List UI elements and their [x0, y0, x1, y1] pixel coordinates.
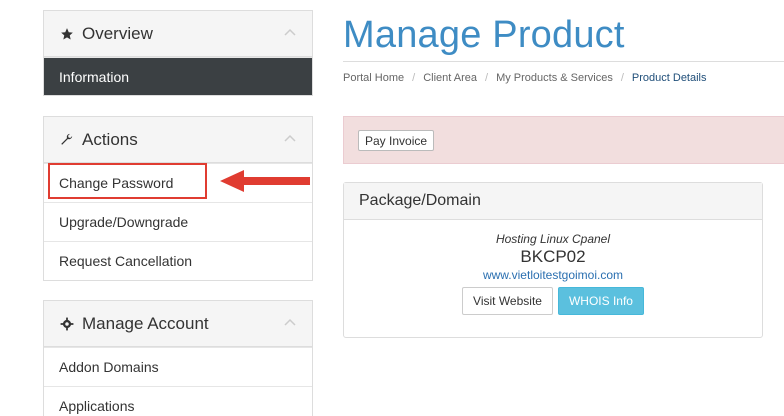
sidebar-item-label: Request Cancellation [59, 253, 193, 269]
manage-account-panel: Manage Account Addon Domains Application… [43, 300, 313, 416]
overview-panel: Overview Information [43, 10, 313, 96]
actions-panel-header[interactable]: Actions [44, 117, 312, 163]
star-icon [59, 26, 74, 41]
chevron-up-icon[interactable] [284, 129, 296, 147]
package-button-row: Visit Website WHOIS Info [344, 287, 762, 315]
breadcrumb-separator: / [485, 72, 489, 84]
breadcrumb-link-portal-home[interactable]: Portal Home [343, 72, 404, 84]
breadcrumb: Portal Home / Client Area / My Products … [343, 72, 707, 84]
annotation-arrow-icon [220, 168, 312, 199]
package-domain-panel: Package/Domain Hosting Linux Cpanel BKCP… [343, 182, 763, 338]
page-title: Manage Product [343, 14, 625, 56]
title-divider [343, 61, 784, 62]
pay-invoice-button[interactable]: Pay Invoice [358, 130, 435, 151]
whois-info-button[interactable]: WHOIS Info [557, 287, 644, 315]
annotation-highlight-box [48, 163, 207, 199]
package-domain-heading: Package/Domain [344, 183, 762, 220]
chevron-up-icon[interactable] [284, 23, 296, 41]
breadcrumb-current: Product Details [631, 72, 707, 84]
breadcrumb-link-client-area[interactable]: Client Area [423, 72, 477, 84]
wrench-icon [59, 132, 74, 147]
package-domain-body: Hosting Linux Cpanel BKCP02 www.vietloit… [344, 220, 762, 315]
sidebar-item-applications[interactable]: Applications [44, 386, 312, 416]
sidebar-item-upgrade-downgrade[interactable]: Upgrade/Downgrade [44, 202, 312, 241]
breadcrumb-separator: / [412, 72, 416, 84]
manage-account-panel-header[interactable]: Manage Account [44, 301, 312, 347]
sidebar-item-label: Applications [59, 398, 135, 414]
sidebar-item-label: Addon Domains [59, 359, 159, 375]
breadcrumb-link-my-products[interactable]: My Products & Services [496, 72, 613, 84]
chevron-up-icon[interactable] [284, 313, 296, 331]
sidebar-item-label: Upgrade/Downgrade [59, 214, 189, 230]
breadcrumb-separator: / [620, 72, 624, 84]
sidebar-item-request-cancellation[interactable]: Request Cancellation [44, 241, 312, 280]
visit-website-button[interactable]: Visit Website [462, 287, 553, 315]
unpaid-alert: Pay Invoice [343, 116, 784, 164]
sidebar-item-addon-domains[interactable]: Addon Domains [44, 347, 312, 386]
actions-panel-title: Actions [82, 129, 138, 149]
package-type: Hosting Linux Cpanel [495, 232, 611, 246]
gear-icon [59, 316, 74, 331]
manage-account-panel-title: Manage Account [82, 313, 209, 333]
package-domain-link[interactable]: www.vietloitestgoimoi.com [344, 268, 762, 282]
package-name: BKCP02 [520, 247, 586, 266]
overview-panel-header[interactable]: Overview [44, 11, 312, 57]
sidebar-item-information[interactable]: Information [44, 57, 312, 95]
overview-panel-title: Overview [82, 23, 153, 43]
sidebar-item-label: Information [59, 68, 130, 85]
